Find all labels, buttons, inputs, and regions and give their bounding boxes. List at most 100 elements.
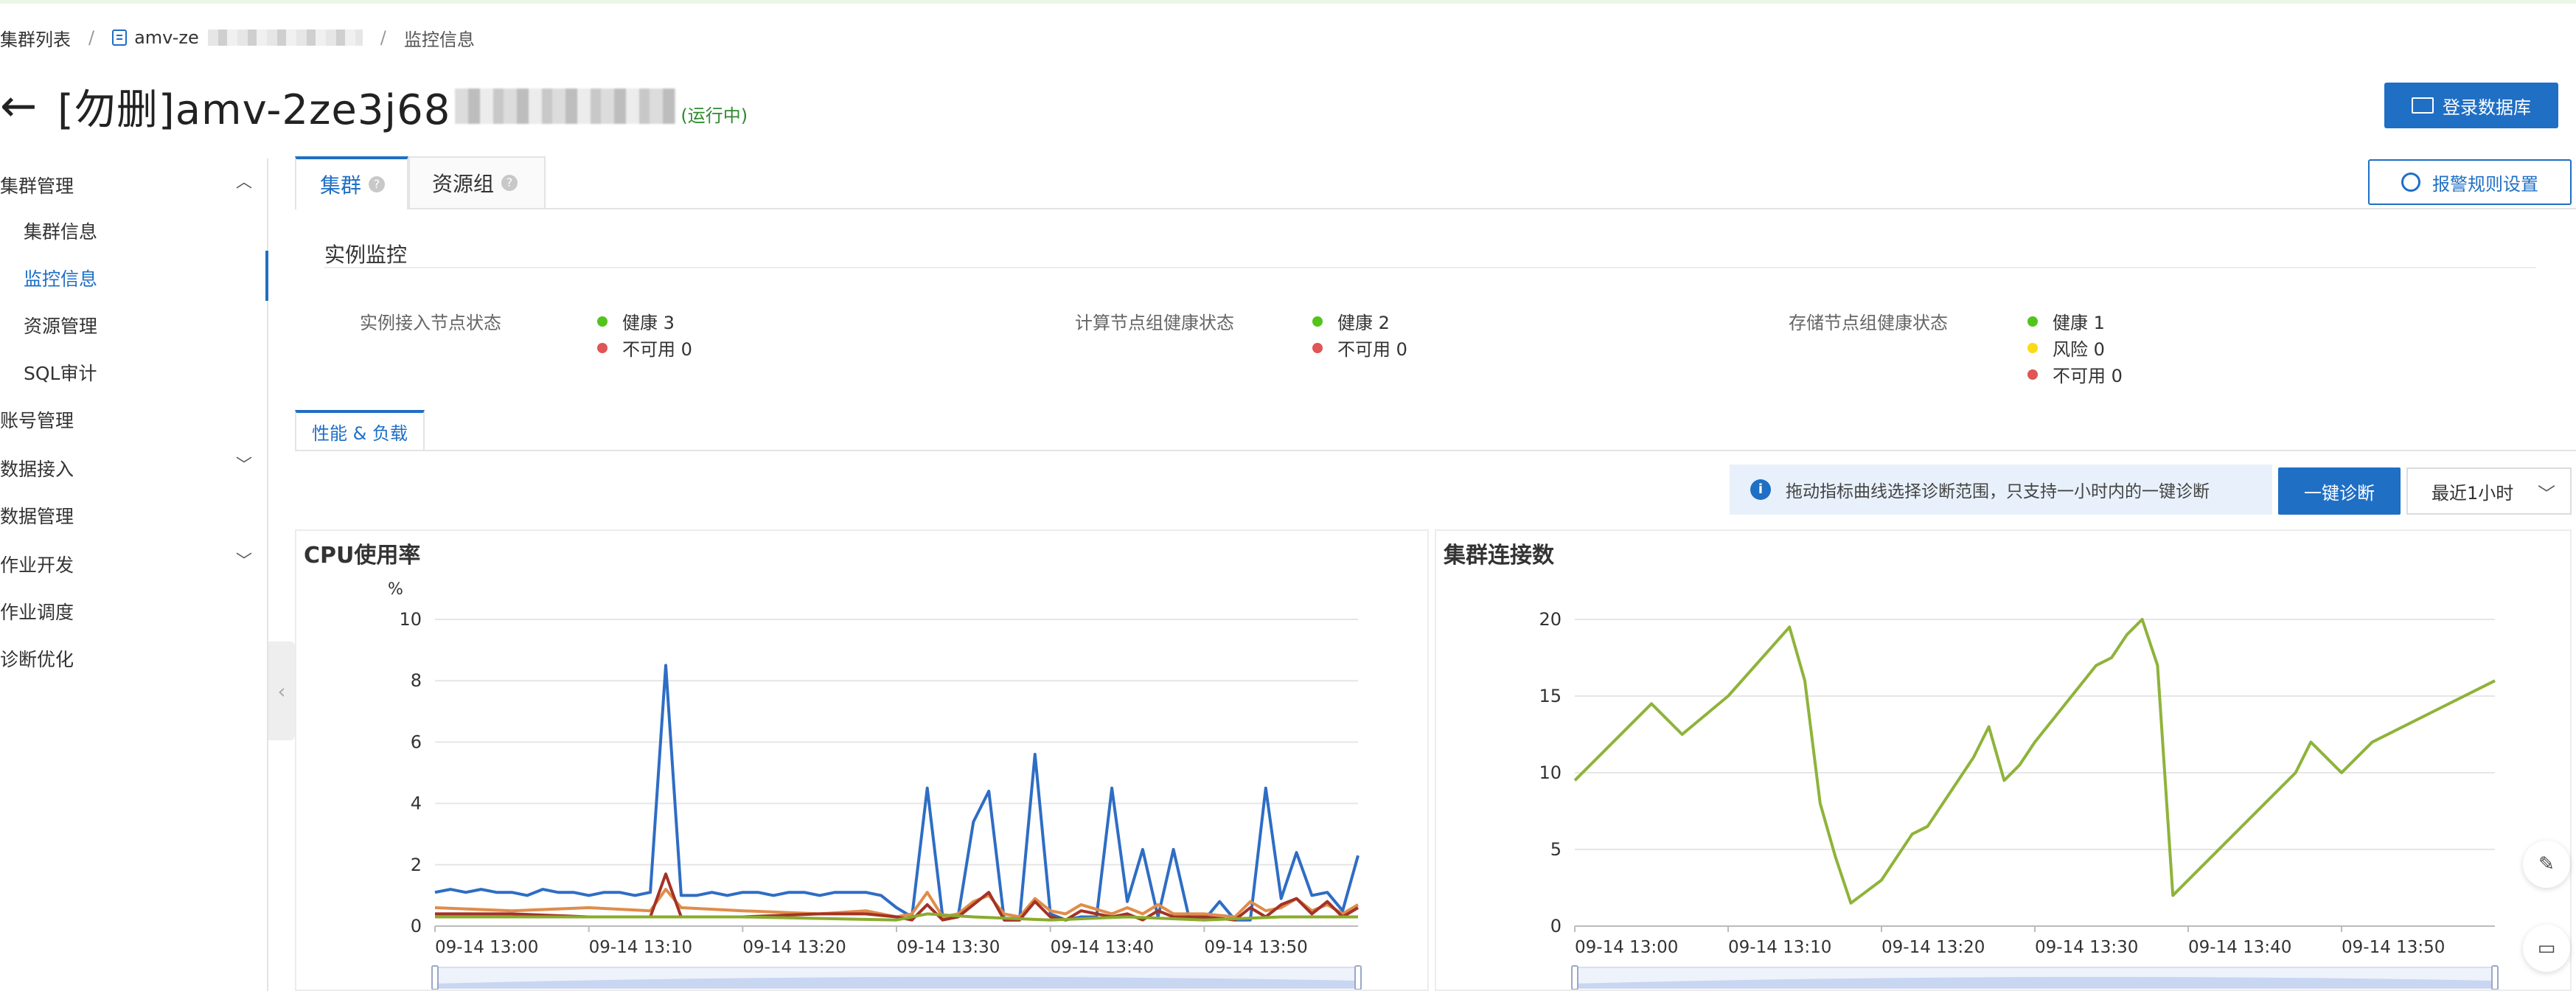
tab-resource-group-label: 资源组 [432, 172, 495, 196]
divider [324, 267, 2536, 268]
x-tick-label: 09-14 13:50 [2342, 938, 2445, 957]
login-database-button[interactable]: 登录数据库 [2384, 83, 2558, 128]
redacted-cluster-id [207, 29, 363, 46]
status-badge: (运行中) [680, 105, 748, 126]
gear-icon [2401, 173, 2420, 192]
cpu-usage-chart[interactable]: 0 2 4 6 8 10% 09-14 13:00 09-14 13:10 09-14 13:2… [296, 531, 1427, 990]
series-line-0 [1573, 618, 2496, 905]
compute-group-status-label: 计算节点组健康状态 [1075, 313, 1234, 333]
sidebar-item-job-schedule[interactable]: 作业调度 [0, 598, 74, 625]
tab-cluster[interactable]: 集群 ? [295, 156, 408, 209]
compute-unavailable-text: 不可用 0 [1337, 339, 1407, 360]
x-tick-label: 09-14 13:00 [435, 938, 538, 957]
x-tick-label: 09-14 13:40 [1051, 938, 1154, 957]
sidebar-item-resource-mgmt[interactable]: 资源管理 [24, 312, 97, 338]
page-header: ← [勿删]amv-2ze3j68 (运行中) [0, 77, 748, 136]
sidebar-group-data-access[interactable]: 数据接入 [0, 455, 74, 481]
chat-icon[interactable]: ▭ [2523, 925, 2570, 972]
diagnose-info: i 拖动指标曲线选择诊断范围，只支持一小时内的一键诊断 [1730, 465, 2272, 515]
chevron-up-icon[interactable]: ︿ [236, 169, 252, 192]
access-unavailable-text: 不可用 0 [622, 339, 692, 360]
cluster-connections-chart[interactable]: 0 5 10 15 20 09-14 13:00 09-14 13:10 09-14 13:2… [1436, 531, 2570, 990]
back-arrow-icon[interactable]: ← [0, 84, 52, 128]
storage-healthy-text: 健康 1 [2053, 313, 2105, 333]
storage-risk-text: 风险 0 [2053, 339, 2105, 360]
zoom-handle-left [1571, 965, 1578, 990]
access-node-status-label: 实例接入节点状态 [360, 313, 501, 333]
y-tick-label: 20 [1539, 609, 1562, 630]
one-click-diagnose-button[interactable]: 一键诊断 [2278, 467, 2401, 515]
breadcrumb-cluster-list[interactable]: 集群列表 [0, 25, 71, 51]
x-tick-label: 09-14 13:50 [1204, 938, 1307, 957]
access-healthy-text: 健康 3 [622, 313, 675, 333]
breadcrumb-current: 监控信息 [403, 29, 475, 50]
sidebar-item-sql-audit[interactable]: SQL审计 [24, 359, 97, 386]
x-tick-label: 09-14 13:20 [742, 938, 846, 957]
breadcrumb: 集群列表 / amv-ze / 监控信息 [0, 25, 475, 50]
storage-healthy-stat: 健康 1 [2027, 308, 2105, 334]
access-healthy-stat: 健康 3 [597, 308, 675, 334]
x-tick-label: 09-14 13:20 [1881, 938, 1985, 957]
x-tick-label: 09-14 13:30 [2035, 938, 2138, 957]
monitor-icon [2412, 97, 2434, 114]
x-tick-label: 09-14 13:10 [589, 938, 692, 957]
sidebar-group-cluster-mgmt[interactable]: 集群管理 [0, 172, 74, 198]
time-range-select[interactable]: 最近1小时 ﹀ [2406, 467, 2572, 515]
help-icon[interactable]: ? [369, 176, 386, 192]
storage-unavailable-stat: 不可用 0 [2027, 361, 2123, 387]
top-accent-line [0, 0, 2576, 4]
breadcrumb-separator: / [380, 27, 386, 48]
help-icon[interactable]: ? [501, 175, 518, 191]
storage-group-status-label: 存储节点组健康状态 [1789, 313, 1948, 333]
sidebar-item-account-mgmt[interactable]: 账号管理 [0, 406, 74, 433]
tab-cluster-label: 集群 [320, 173, 362, 198]
healthy-dot-icon [1312, 316, 1323, 327]
y-tick-label: 4 [411, 793, 422, 814]
chevron-down-icon[interactable]: ﹀ [236, 548, 252, 571]
cpu-chart-panel: CPU使用率 0 2 4 6 8 10% 09-14 13:00 09-14 13:10 09-… [295, 529, 1429, 991]
active-indicator [265, 251, 268, 301]
x-tick-label: 09-14 13:10 [1728, 938, 1831, 957]
storage-unavailable-text: 不可用 0 [2053, 366, 2123, 386]
compute-unavailable-stat: 不可用 0 [1312, 335, 1407, 361]
storage-risk-stat: 风险 0 [2027, 335, 2105, 361]
sidebar-item-cluster-info[interactable]: 集群信息 [24, 218, 97, 244]
chevron-down-icon[interactable]: ﹀ [236, 452, 252, 476]
login-database-label: 登录数据库 [2443, 97, 2531, 118]
breadcrumb-separator: / [88, 27, 95, 48]
tab-performance-load[interactable]: 性能 & 负载 [295, 410, 425, 450]
alarm-rules-button[interactable]: 报警规则设置 [2368, 159, 2572, 205]
y-tick-label: 15 [1539, 686, 1562, 706]
compute-healthy-text: 健康 2 [1337, 313, 1390, 333]
x-tick-label: 09-14 13:30 [897, 938, 1000, 957]
y-tick-label: 5 [1550, 839, 1562, 860]
risk-dot-icon [2027, 342, 2038, 353]
unavailable-dot-icon [1312, 342, 1323, 353]
y-tick-label: 10 [399, 609, 422, 630]
sidebar-item-monitoring[interactable]: 监控信息 [24, 265, 97, 291]
compute-healthy-stat: 健康 2 [1312, 308, 1390, 334]
diagnose-info-text: 拖动指标曲线选择诊断范围，只支持一小时内的一键诊断 [1786, 482, 2210, 501]
series-line-0 [434, 664, 1360, 922]
zoom-handle-right [1354, 965, 1362, 990]
y-tick-label: 0 [1550, 916, 1562, 936]
alarm-rules-label: 报警规则设置 [2432, 173, 2538, 195]
sidebar-collapse-handle[interactable]: ‹ [268, 641, 295, 740]
edit-icon[interactable]: ✎ [2523, 841, 2570, 888]
time-range-value: 最近1小时 [2431, 482, 2514, 504]
breadcrumb-cluster[interactable]: amv-ze [134, 27, 199, 48]
perf-tabs: 性能 & 负载 [295, 410, 2576, 451]
chevron-down-icon: ﹀ [2538, 484, 2555, 504]
sidebar-item-diagnosis[interactable]: 诊断优化 [0, 645, 74, 672]
connections-chart-panel: 集群连接数 0 5 10 15 20 09-14 13:00 09-14 13:10 09-1… [1435, 529, 2572, 991]
y-tick-label: 10 [1539, 762, 1562, 783]
tab-resource-group[interactable]: 资源组 ? [408, 156, 546, 208]
y-tick-label: 8 [411, 670, 422, 691]
sidebar: 集群管理 ︿ 集群信息 监控信息 资源管理 SQL审计 账号管理 数据接入 ﹀ … [0, 159, 268, 991]
zoom-handle-right [2491, 965, 2499, 990]
sidebar-item-data-mgmt[interactable]: 数据管理 [0, 502, 74, 529]
x-tick-label: 09-14 13:00 [1575, 938, 1678, 957]
sidebar-group-job-dev[interactable]: 作业开发 [0, 551, 74, 577]
y-tick-label: 0 [411, 916, 422, 936]
cluster-icon [112, 29, 128, 46]
